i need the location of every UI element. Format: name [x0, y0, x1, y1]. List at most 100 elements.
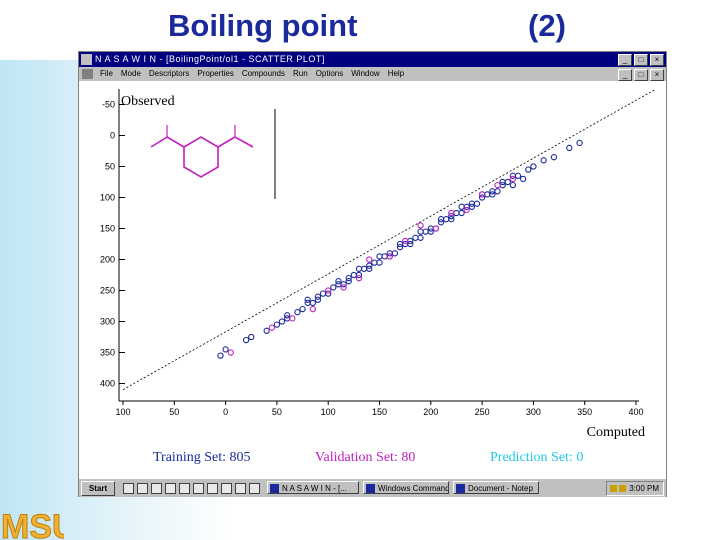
quicklaunch-icon[interactable]	[165, 483, 176, 494]
data-point	[360, 265, 368, 272]
data-point	[417, 222, 424, 229]
msu-logo: MSU	[1, 508, 65, 540]
system-clock[interactable]: 3:00 PM	[606, 481, 664, 496]
data-point	[550, 154, 558, 161]
y-tick-label: 300	[100, 317, 115, 327]
data-point	[381, 253, 388, 260]
window-titlebar[interactable]: N A S A W I N - [BoilingPoint/ol1 - SCAT…	[79, 52, 666, 67]
data-point	[514, 172, 522, 179]
data-point	[417, 234, 424, 241]
data-point	[417, 228, 424, 235]
notepad-icon	[456, 484, 465, 493]
data-point	[458, 203, 465, 210]
data-point	[473, 200, 481, 207]
data-point	[350, 271, 357, 279]
x-tick-label: 150	[372, 407, 387, 417]
data-point	[217, 352, 224, 359]
quicklaunch-icon[interactable]	[123, 483, 134, 494]
data-point	[494, 188, 501, 195]
doc-minimize-button[interactable]: _	[618, 69, 632, 81]
clock-time: 3:00 PM	[629, 484, 659, 493]
menu-mode[interactable]: Mode	[117, 67, 145, 81]
minimize-button[interactable]: _	[618, 54, 632, 66]
menu-run[interactable]: Run	[289, 67, 312, 81]
x-tick-label: 100	[115, 407, 130, 417]
quicklaunch-icon[interactable]	[137, 483, 148, 494]
maximize-button[interactable]: □	[634, 54, 648, 66]
taskbar-button-label: N A S A W I N - [...	[282, 484, 347, 493]
menu-bar: File Mode Descriptors Properties Compoun…	[79, 67, 666, 81]
slide-title: Boiling point	[168, 8, 358, 43]
data-point	[273, 321, 281, 328]
data-point	[371, 259, 378, 266]
data-point	[504, 178, 511, 186]
data-point	[494, 181, 501, 189]
y-tick-label: 200	[100, 255, 115, 265]
y-tick-label: 150	[100, 224, 115, 234]
x-ticks: 100 50 0 50 100 150 200 250 300 350 400	[115, 401, 644, 417]
slide-title-number: (2)	[528, 8, 566, 43]
doc-close-button[interactable]: ×	[650, 69, 664, 81]
window-title: N A S A W I N - [BoilingPoint/ol1 - SCAT…	[95, 54, 325, 64]
data-point	[309, 305, 316, 313]
data-point	[227, 349, 234, 356]
x-tick-label: 250	[475, 407, 490, 417]
quicklaunch-icon[interactable]	[179, 483, 190, 494]
tray-icon	[619, 485, 627, 492]
command-icon	[366, 484, 375, 493]
data-point	[540, 157, 547, 164]
x-tick-label: 300	[526, 407, 541, 417]
data-point	[248, 333, 255, 341]
y-tick-label: 50	[105, 162, 115, 172]
taskbar-button-label: Document - Notep	[468, 484, 533, 493]
data-point	[376, 259, 383, 266]
menu-options[interactable]: Options	[312, 67, 348, 81]
data-point	[376, 253, 383, 260]
menu-compounds[interactable]: Compounds	[238, 67, 289, 81]
data-point	[330, 284, 337, 291]
app-icon[interactable]	[81, 54, 92, 65]
data-point	[530, 163, 537, 170]
data-point	[289, 315, 296, 322]
menu-file[interactable]: File	[96, 67, 117, 81]
taskbar-button-nasawin[interactable]: N A S A W I N - [...	[267, 481, 359, 494]
menu-help[interactable]: Help	[384, 67, 408, 81]
data-point	[268, 324, 275, 331]
data-point	[242, 336, 250, 344]
x-tick-label: 200	[423, 407, 438, 417]
start-button[interactable]: Start	[81, 481, 115, 496]
data-point	[458, 209, 465, 217]
document-icon[interactable]	[82, 69, 93, 79]
y-tick-label: 0	[110, 131, 115, 141]
y-tick-label: -50	[102, 100, 115, 110]
msu-logo-text: MSU	[1, 508, 64, 540]
taskbar-button-command[interactable]: Windows Command	[363, 481, 449, 494]
quicklaunch-icon[interactable]	[151, 483, 162, 494]
taskbar-button-notepad[interactable]: Document - Notep	[453, 481, 539, 494]
data-point	[309, 299, 316, 307]
menu-properties[interactable]: Properties	[193, 67, 237, 81]
data-point	[278, 318, 286, 325]
data-point	[355, 265, 363, 272]
data-point	[294, 309, 301, 316]
y-tick-label: 350	[100, 348, 115, 358]
quicklaunch-icon[interactable]	[207, 483, 218, 494]
taskbar-button-label: Windows Command	[378, 484, 449, 493]
doc-restore-button[interactable]: □	[634, 69, 648, 81]
data-point	[519, 175, 527, 183]
quicklaunch-icon[interactable]	[221, 483, 232, 494]
y-tick-label: 100	[100, 193, 115, 203]
y-tick-label: 250	[100, 286, 115, 296]
quicklaunch-icon[interactable]	[249, 483, 260, 494]
quicklaunch-icon[interactable]	[235, 483, 246, 494]
data-point	[366, 256, 373, 263]
y-axis-label: Observed	[121, 94, 175, 109]
close-button[interactable]: ×	[650, 54, 664, 66]
x-tick-label: 50	[272, 407, 282, 417]
menu-window[interactable]: Window	[347, 67, 383, 81]
data-point	[422, 228, 429, 235]
molecule-structure	[141, 109, 281, 197]
menu-descriptors[interactable]: Descriptors	[145, 67, 193, 81]
data-point	[576, 139, 583, 147]
quicklaunch-icon[interactable]	[193, 483, 204, 494]
